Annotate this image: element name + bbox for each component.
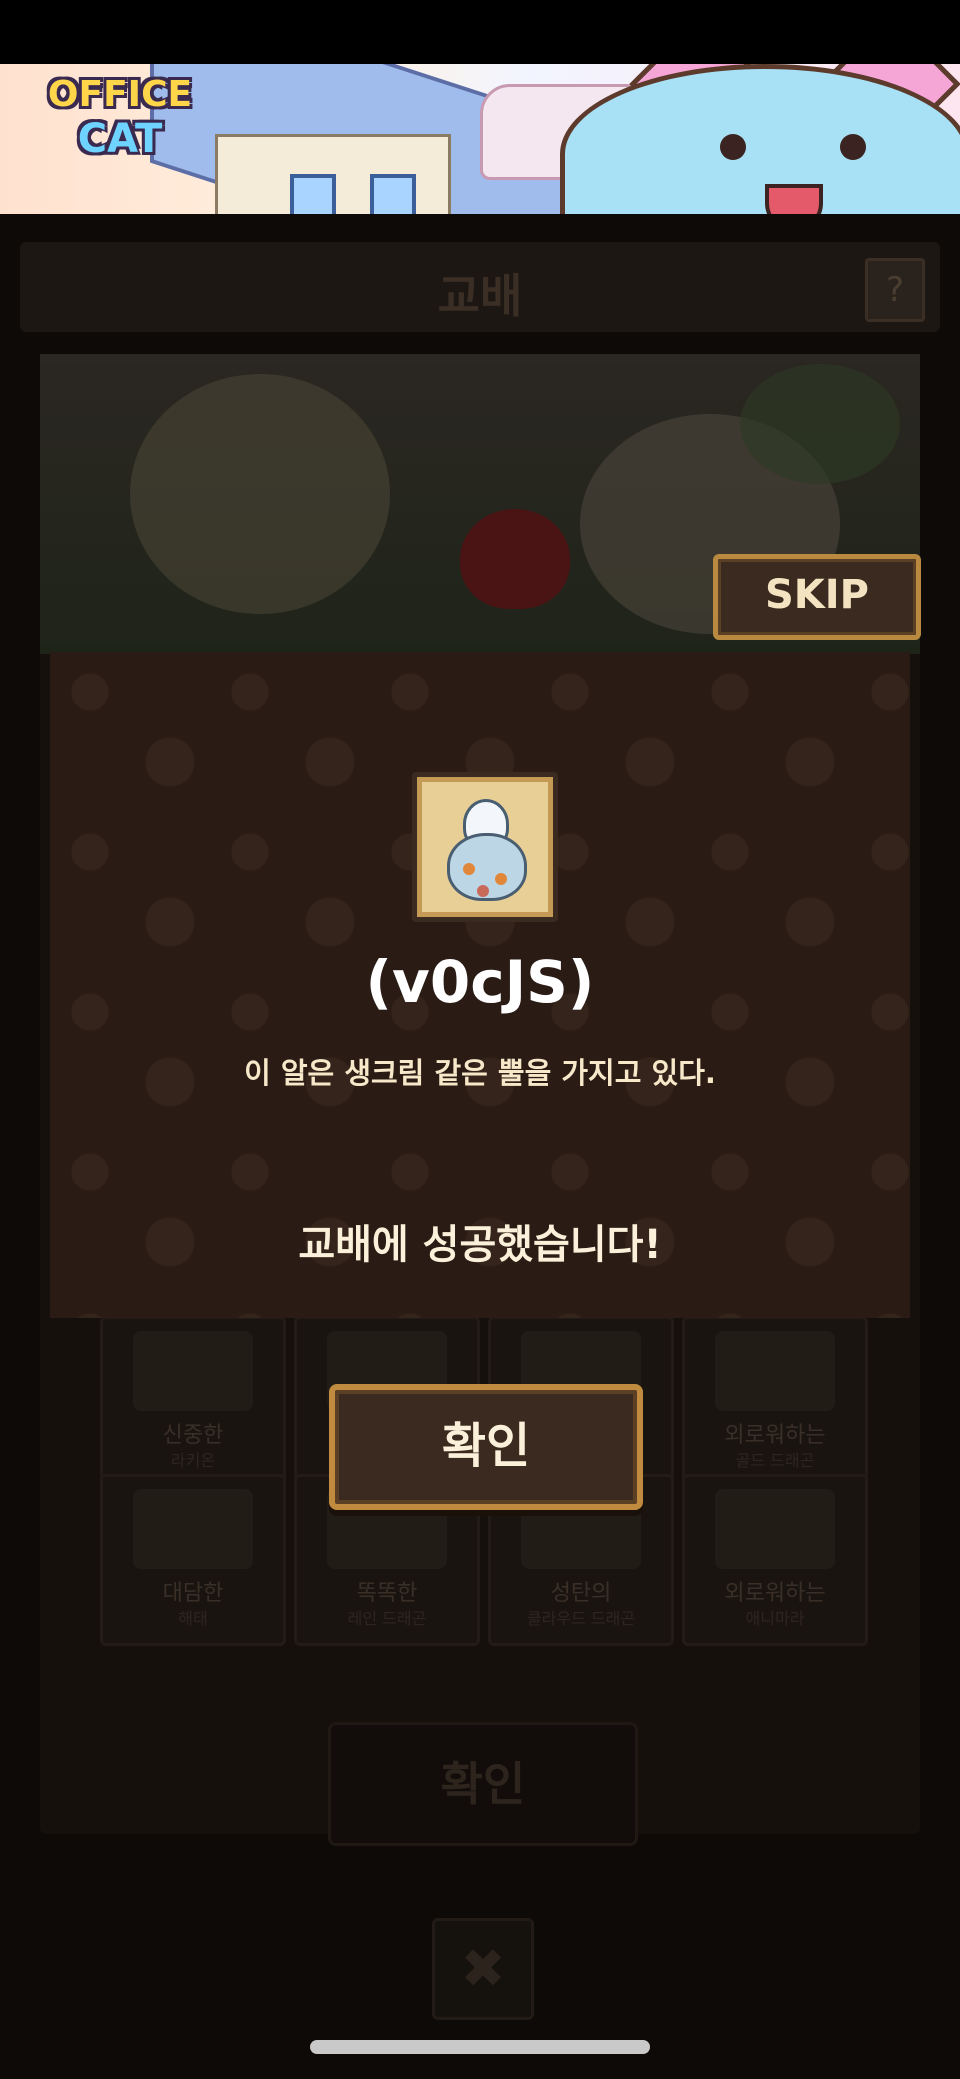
item-description: 이 알은 생크림 같은 뿔을 가지고 있다. [244, 1056, 716, 1090]
card-species: 골드 드래곤 [735, 1451, 815, 1470]
breeding-result-popup: (v0cJS) 이 알은 생크림 같은 뿔을 가지고 있다. 교배에 성공했습니… [50, 652, 910, 1318]
creature-left [130, 374, 390, 614]
creature-card[interactable]: 대담한 해태 [100, 1474, 286, 1646]
logo-line-2: CAT [77, 116, 163, 162]
card-trait: 신중한 [162, 1423, 224, 1448]
egg-spot [463, 863, 475, 875]
creature-art [715, 1331, 835, 1411]
card-trait: 성탄의 [550, 1581, 612, 1606]
banner-cat-eye [720, 134, 746, 160]
status-bar [0, 0, 960, 64]
help-button[interactable]: ? [865, 258, 925, 322]
banner-window [370, 174, 416, 214]
creature-art [133, 1331, 253, 1411]
egg-icon [412, 772, 558, 922]
creature-art [133, 1489, 253, 1569]
egg-spot [495, 873, 507, 885]
card-species: 해태 [178, 1609, 208, 1628]
card-species: 클라우드 드래곤 [526, 1609, 636, 1628]
card-trait: 대담한 [162, 1581, 224, 1606]
breed-confirm-button[interactable]: 확인 [328, 1722, 638, 1846]
confirm-button[interactable]: 확인 [329, 1384, 643, 1510]
card-trait: 똑똑한 [356, 1581, 418, 1606]
creature-card[interactable]: 신중한 라키온 [100, 1316, 286, 1482]
ad-banner[interactable]: OFFICE CAT [0, 64, 960, 214]
screen-title: 교배 [437, 269, 523, 323]
home-indicator[interactable] [310, 2040, 650, 2054]
screen-header: 교배 ? [20, 242, 940, 332]
creature-card[interactable]: 외로워하는 골드 드래곤 [682, 1316, 868, 1482]
item-name: (v0cJS) [365, 948, 595, 1016]
card-species: 레인 드래곤 [347, 1609, 427, 1628]
creature-art [715, 1489, 835, 1569]
creature-card[interactable]: 외로워하는 애니마라 [682, 1474, 868, 1646]
egg-spot [477, 885, 489, 897]
banner-cat-eye [840, 134, 866, 160]
scene-tree [740, 364, 900, 484]
card-trait: 외로워하는 [724, 1581, 826, 1606]
skip-button[interactable]: SKIP [713, 554, 921, 640]
card-trait: 외로워하는 [724, 1423, 826, 1448]
card-species: 라키온 [170, 1451, 216, 1470]
success-message: 교배에 성공했습니다! [298, 1222, 662, 1268]
card-species: 애니마라 [745, 1609, 805, 1628]
banner-window [290, 174, 336, 214]
close-button[interactable]: ✖ [432, 1918, 534, 2020]
logo-line-1: OFFICE [47, 74, 193, 115]
office-cat-logo: OFFICE CAT [30, 74, 210, 164]
heart-icon [460, 509, 570, 609]
banner-cat-mouth [765, 184, 823, 214]
